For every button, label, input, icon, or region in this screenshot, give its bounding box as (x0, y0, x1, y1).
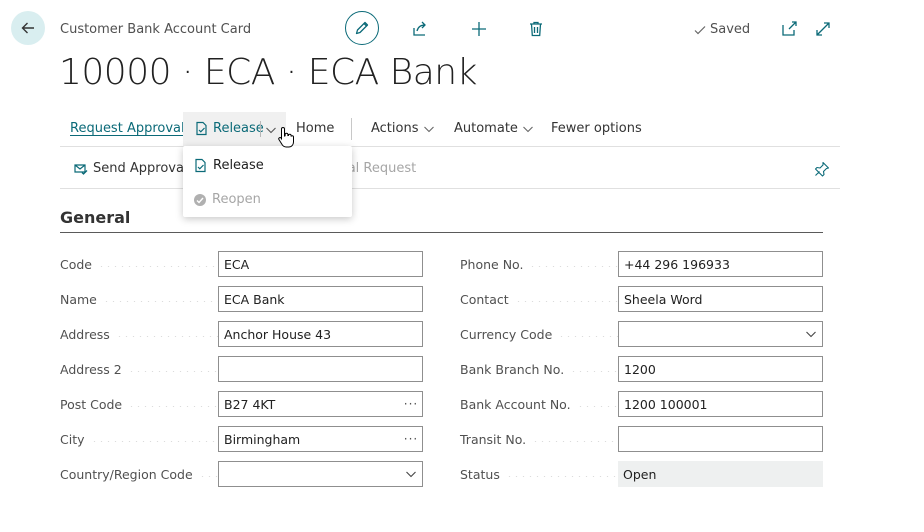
menu-item-reopen-label: Reopen (212, 192, 261, 207)
action-bar-separator (351, 118, 352, 140)
chevron-down-icon (265, 124, 277, 136)
open-new-window-icon (780, 20, 798, 38)
request-approval-label: Request Approval (70, 121, 185, 136)
chevron-down-icon (522, 123, 534, 135)
actions-label: Actions (371, 121, 419, 136)
field-code[interactable]: ECA (218, 251, 423, 277)
field-name[interactable]: ECA Bank (218, 286, 423, 312)
pin-button[interactable] (814, 161, 830, 177)
field-status: Open (618, 461, 823, 487)
field-label-currency-code: Currency Code (460, 321, 618, 347)
home-label: Home (296, 121, 335, 136)
section-title-general: General (60, 208, 131, 227)
field-label-phone-no: Phone No. (460, 251, 618, 277)
automate-label: Automate (454, 121, 518, 136)
back-button[interactable] (11, 11, 45, 45)
field-city[interactable]: Birmingham ··· (218, 426, 423, 452)
actions-menu[interactable]: Actions (371, 121, 435, 136)
expand-icon (814, 20, 832, 38)
field-label-city: City (60, 426, 218, 452)
share-icon (411, 20, 429, 38)
field-address[interactable]: Anchor House 43 (218, 321, 423, 347)
chevron-down-icon (423, 123, 435, 135)
check-icon (693, 23, 707, 37)
send-approval-request-button[interactable]: Send Approval R (74, 161, 201, 176)
release-label: Release (213, 121, 264, 136)
fewer-options-button[interactable]: Fewer options (551, 121, 642, 136)
menu-item-release-label: Release (213, 158, 264, 173)
edit-button[interactable] (345, 11, 379, 45)
envelope-check-icon (74, 162, 88, 176)
field-label-country-region-code: Country/Region Code (60, 461, 218, 487)
field-label-status: Status (460, 461, 618, 487)
mouse-cursor-icon (278, 126, 294, 148)
release-dropdown-toggle[interactable] (265, 124, 277, 136)
field-label-bank-branch-no: Bank Branch No. (460, 356, 618, 382)
chevron-down-icon[interactable] (800, 328, 822, 340)
split-separator (260, 121, 261, 137)
page-caption: Customer Bank Account Card (60, 22, 252, 37)
field-bank-branch-no[interactable]: 1200 (618, 356, 823, 382)
saved-label: Saved (710, 22, 751, 37)
page-title: 10000 · ECA · ECA Bank (59, 52, 477, 93)
release-dropdown-menu: Release Reopen (183, 146, 352, 217)
share-button[interactable] (410, 19, 430, 39)
plus-icon (470, 20, 488, 38)
field-currency-code[interactable] (618, 321, 823, 347)
expand-button[interactable] (813, 19, 833, 39)
pencil-icon (354, 20, 370, 36)
document-check-icon (193, 158, 208, 173)
lookup-ellipsis-button[interactable]: ··· (400, 397, 422, 411)
field-label-address-2: Address 2 (60, 356, 218, 382)
field-address-2[interactable] (218, 356, 423, 382)
request-approval-menu[interactable]: Request Approval (70, 121, 185, 136)
field-label-code: Code (60, 251, 218, 277)
automate-menu[interactable]: Automate (454, 121, 534, 136)
secondary-bar-divider (60, 188, 840, 189)
section-rule (60, 232, 823, 233)
menu-item-release[interactable]: Release (193, 158, 264, 173)
field-phone-no[interactable]: +44 296 196933 (618, 251, 823, 277)
lookup-ellipsis-button[interactable]: ··· (400, 432, 422, 446)
field-label-contact: Contact (460, 286, 618, 312)
open-new-window-button[interactable] (779, 19, 799, 39)
chevron-down-icon[interactable] (400, 468, 422, 480)
field-post-code[interactable]: B27 4KT ··· (218, 391, 423, 417)
reopen-icon (193, 193, 207, 207)
field-label-bank-account-no: Bank Account No. (460, 391, 618, 417)
field-label-post-code: Post Code (60, 391, 218, 417)
release-button[interactable]: Release (194, 121, 264, 136)
fewer-options-label: Fewer options (551, 121, 642, 136)
field-label-address: Address (60, 321, 218, 347)
pin-icon (814, 161, 830, 177)
field-bank-account-no[interactable]: 1200 100001 (618, 391, 823, 417)
field-transit-no[interactable] (618, 426, 823, 452)
field-contact[interactable]: Sheela Word (618, 286, 823, 312)
new-button[interactable] (469, 19, 489, 39)
action-bar-divider (60, 146, 840, 147)
document-check-icon (194, 121, 209, 136)
field-country-region-code[interactable] (218, 461, 423, 487)
saved-status: Saved (693, 22, 750, 37)
home-menu[interactable]: Home (296, 121, 334, 136)
field-label-name: Name (60, 286, 218, 312)
delete-button[interactable] (526, 19, 546, 39)
menu-item-reopen[interactable]: Reopen (193, 192, 261, 207)
arrow-left-icon (20, 20, 36, 36)
trash-icon (527, 20, 545, 38)
field-label-transit-no: Transit No. (460, 426, 618, 452)
